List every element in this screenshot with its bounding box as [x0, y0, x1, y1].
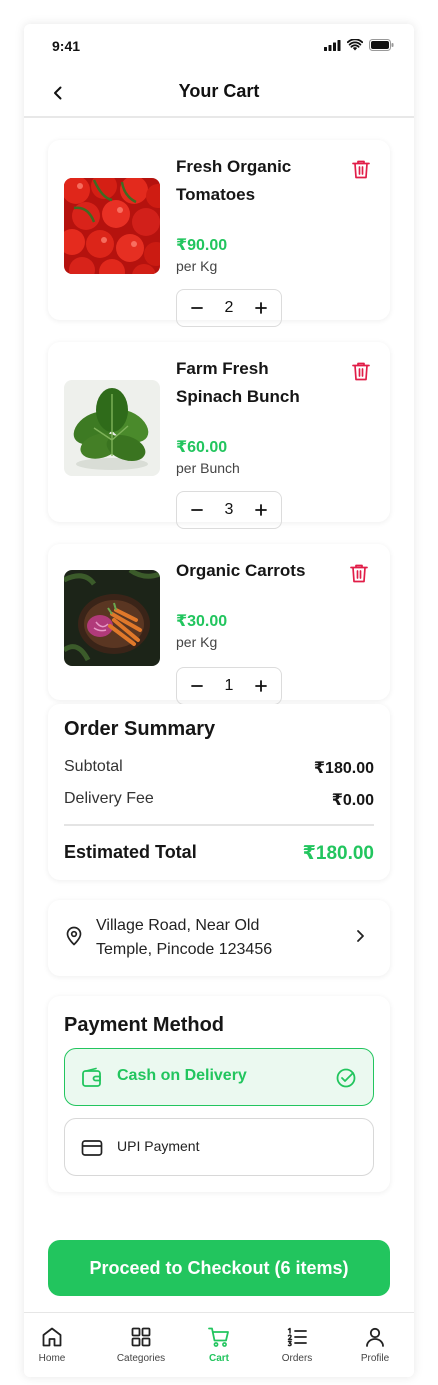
payment-option-label: Cash on Delivery	[117, 1067, 247, 1084]
status-time: 9:41	[52, 38, 81, 54]
tab-label: Orders	[281, 1353, 313, 1364]
delete-item-button[interactable]	[350, 158, 372, 180]
tab-label: Categories	[116, 1353, 166, 1364]
quantity-stepper: 2	[176, 289, 282, 327]
tab-categories[interactable]: Categories	[106, 1325, 176, 1364]
plus-icon	[255, 680, 267, 692]
signal-icon	[324, 39, 341, 51]
order-summary-card: Order Summary Subtotal ₹180.00 Delivery …	[48, 704, 390, 880]
item-unit: per Bunch	[176, 460, 240, 476]
tab-cart[interactable]: Cart	[184, 1325, 254, 1364]
cart-item-carrots: Organic Carrots ₹30.00 per Kg 1	[48, 544, 390, 705]
subtotal-row: Subtotal ₹180.00	[64, 758, 374, 778]
shopping-cart-icon	[208, 1327, 229, 1347]
item-price: ₹30.00	[176, 613, 228, 630]
plus-icon	[255, 504, 267, 516]
tab-profile[interactable]: Profile	[340, 1325, 410, 1364]
address-line-2: Temple, Pincode 123456	[96, 941, 273, 958]
delete-item-button[interactable]	[350, 360, 372, 382]
address-text: Village Road, Near Old Temple, Pincode 1…	[96, 914, 316, 962]
grid-icon	[131, 1327, 151, 1347]
delete-item-button[interactable]	[348, 562, 370, 584]
quantity-stepper: 3	[176, 491, 282, 529]
tab-label: Profile	[360, 1353, 390, 1364]
quantity-stepper: 1	[176, 667, 282, 705]
minus-icon	[191, 509, 203, 511]
item-name: Fresh Organic Tomatoes	[176, 157, 292, 204]
tab-home[interactable]: Home	[24, 1325, 87, 1364]
item-price: ₹90.00	[176, 237, 228, 254]
payment-method-card: Payment Method Cash on Delivery UPI Paym…	[48, 996, 390, 1192]
delivery-fee-label: Delivery Fee	[64, 790, 154, 807]
summary-divider	[64, 824, 374, 826]
tab-orders[interactable]: Orders	[262, 1325, 332, 1364]
decrease-quantity-button[interactable]	[189, 678, 205, 694]
list-ordered-icon	[287, 1327, 307, 1347]
minus-icon	[191, 685, 203, 687]
increase-quantity-button[interactable]	[253, 678, 269, 694]
tab-label: Cart	[208, 1353, 229, 1364]
decrease-quantity-button[interactable]	[189, 502, 205, 518]
battery-icon	[369, 39, 394, 51]
trash-icon	[352, 362, 370, 381]
trash-icon	[352, 160, 370, 179]
quantity-value: 1	[224, 677, 234, 694]
payment-method-title: Payment Method	[64, 1014, 225, 1036]
trash-icon	[350, 564, 368, 583]
delivery-fee-row: Delivery Fee ₹0.00	[64, 790, 374, 810]
item-unit: per Kg	[176, 634, 218, 650]
quantity-value: 3	[224, 501, 234, 518]
estimated-total-label: Estimated Total	[64, 842, 197, 862]
status-bar: 9:41	[24, 24, 414, 68]
address-line-1: Village Road, Near Old	[96, 917, 260, 934]
item-name: Organic Carrots	[176, 561, 306, 580]
chevron-right-icon	[357, 930, 364, 942]
page-title: Your Cart	[178, 81, 260, 101]
delivery-address-card[interactable]: Village Road, Near Old Temple, Pincode 1…	[48, 900, 390, 976]
increase-quantity-button[interactable]	[253, 502, 269, 518]
carrots-image	[64, 570, 160, 666]
minus-icon	[191, 307, 203, 309]
increase-quantity-button[interactable]	[253, 300, 269, 316]
tab-label: Home	[38, 1353, 66, 1364]
home-icon	[42, 1327, 62, 1347]
plus-icon	[255, 302, 267, 314]
checkout-button[interactable]: Proceed to Checkout (6 items)	[48, 1240, 390, 1296]
bottom-tab-bar: Home Categories Cart Orders Profile	[24, 1312, 414, 1377]
item-unit: per Kg	[176, 258, 218, 274]
location-pin-icon	[66, 926, 82, 946]
estimated-total-value: ₹180.00	[302, 843, 374, 864]
delivery-fee-value: ₹0.00	[331, 792, 374, 809]
item-price: ₹60.00	[176, 439, 228, 456]
subtotal-value: ₹180.00	[313, 760, 374, 777]
quantity-value: 2	[224, 299, 234, 316]
tomatoes-image	[64, 178, 160, 274]
subtotal-label: Subtotal	[64, 758, 123, 775]
payment-option-label: UPI Payment	[117, 1138, 200, 1154]
cart-item-spinach: Farm Fresh Spinach Bunch ₹60.00 per Bunc…	[48, 342, 390, 529]
wallet-icon	[82, 1067, 101, 1087]
wifi-icon	[347, 39, 363, 51]
item-name: Farm Fresh Spinach Bunch	[176, 359, 300, 406]
decrease-quantity-button[interactable]	[189, 300, 205, 316]
payment-option-cash-on-delivery[interactable]: Cash on Delivery	[64, 1048, 374, 1106]
payment-option-upi[interactable]: UPI Payment	[64, 1118, 374, 1176]
spinach-image	[64, 380, 160, 476]
nav-header: Your Cart	[24, 68, 414, 118]
status-icons	[324, 39, 394, 51]
cart-item-tomatoes: Fresh Organic Tomatoes ₹90.00 per Kg 2	[48, 140, 390, 327]
credit-card-icon	[81, 1140, 103, 1156]
estimated-total-row: Estimated Total ₹180.00	[64, 842, 374, 865]
user-icon	[366, 1327, 384, 1347]
order-summary-title: Order Summary	[64, 718, 216, 740]
check-circle-icon	[336, 1068, 356, 1088]
phone-screen: 9:41 Your Cart Fresh Organic Tomatoes ₹9…	[24, 24, 414, 1377]
